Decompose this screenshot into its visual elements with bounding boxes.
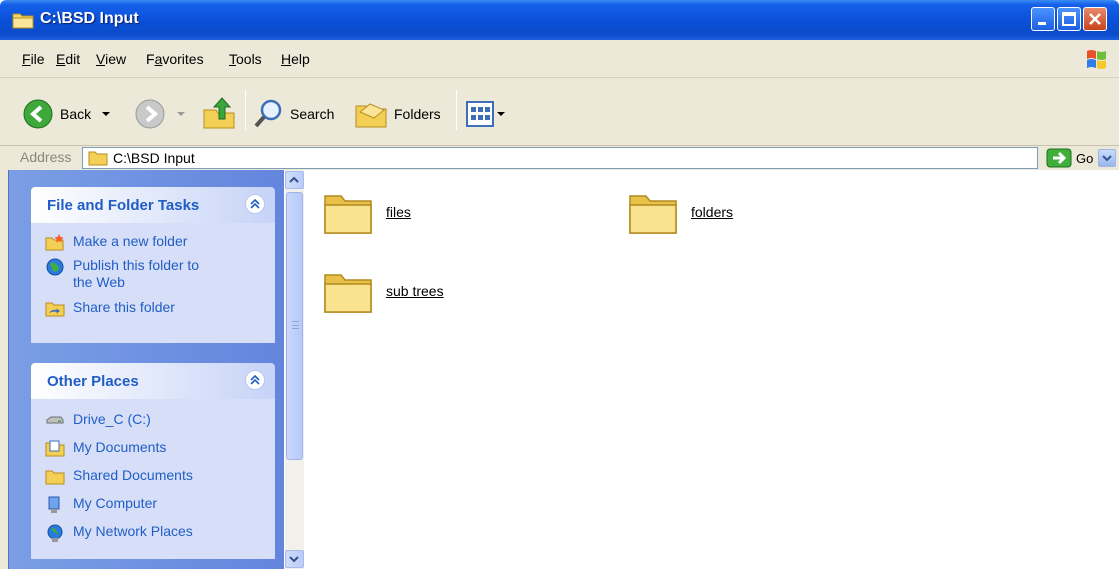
menu-tools[interactable]: Tools (229, 51, 262, 67)
network-places-icon (47, 524, 63, 542)
up-folder-button[interactable] (202, 96, 236, 130)
place-network[interactable]: My Network Places (45, 523, 193, 543)
share-folder-icon (45, 302, 65, 317)
back-button[interactable]: Back (22, 98, 113, 130)
menu-help[interactable]: Help (281, 51, 310, 67)
collapse-button[interactable] (245, 370, 265, 390)
task-pane: File and Folder Tasks Make a new folder … (8, 170, 284, 569)
my-computer-icon (48, 496, 60, 513)
scroll-up-button[interactable] (285, 171, 304, 189)
views-button[interactable] (466, 101, 506, 127)
grip-icon (292, 321, 299, 329)
folders-icon (355, 103, 387, 128)
my-documents-icon (45, 440, 65, 457)
forward-arrow-icon (135, 99, 165, 129)
place-drive-c[interactable]: Drive_C (C:) (45, 411, 151, 429)
publish-web-icon (46, 258, 64, 276)
drive-icon (46, 416, 64, 424)
minimize-icon (1038, 22, 1046, 25)
windows-logo-icon (1084, 46, 1110, 75)
panel-header[interactable]: Other Places (31, 363, 275, 399)
menu-favorites[interactable]: Favorites (146, 51, 204, 67)
window-border (0, 146, 8, 569)
menu-file[interactable]: File (22, 51, 45, 67)
panel-body: Drive_C (C:) My Documents Shared Documen… (31, 399, 275, 559)
up-folder-icon (203, 97, 235, 129)
file-folder-tasks-panel: File and Folder Tasks Make a new folder … (31, 187, 275, 343)
go-button[interactable]: Go (1046, 148, 1093, 168)
search-button[interactable]: Search (252, 98, 334, 130)
address-label: Address (20, 149, 72, 165)
maximize-icon (1062, 12, 1076, 26)
chevron-down-icon (1102, 155, 1112, 162)
address-value: C:\BSD Input (113, 150, 195, 166)
folder-icon (324, 195, 372, 234)
search-icon (254, 99, 282, 128)
folder-icon (12, 11, 34, 32)
task-publish-web[interactable]: Publish this folder to the Web (45, 257, 213, 291)
minimize-button[interactable] (1031, 7, 1055, 31)
title-bar[interactable]: C:\BSD Input (0, 0, 1119, 40)
chevron-down-icon (497, 112, 505, 116)
close-icon (1089, 13, 1101, 25)
maximize-button[interactable] (1057, 7, 1081, 31)
shared-documents-icon (45, 470, 65, 485)
menu-edit[interactable]: Edit (56, 51, 80, 67)
folder-icon (88, 150, 108, 169)
address-dropdown-button[interactable] (1098, 149, 1116, 167)
panel-body: Make a new folder Publish this folder to… (31, 223, 275, 343)
double-chevron-up-icon (250, 374, 260, 385)
menu-bar: File Edit View Favorites Tools Help (0, 40, 1119, 78)
toolbar-separator (456, 90, 457, 130)
folder-item-files[interactable]: files (322, 186, 411, 238)
forward-button[interactable] (134, 98, 188, 130)
views-icon (466, 101, 494, 127)
panel-header[interactable]: File and Folder Tasks (31, 187, 275, 223)
address-bar: Address C:\BSD Input Go (0, 146, 1119, 170)
place-my-computer[interactable]: My Computer (45, 495, 157, 515)
address-input[interactable]: C:\BSD Input (82, 147, 1116, 169)
go-arrow-icon (1046, 148, 1072, 168)
place-shared-documents[interactable]: Shared Documents (45, 467, 193, 485)
back-arrow-icon (23, 99, 53, 129)
task-pane-scrollbar[interactable] (285, 170, 304, 569)
folder-icon (629, 195, 677, 234)
window-title: C:\BSD Input (40, 10, 139, 27)
task-new-folder[interactable]: Make a new folder (45, 233, 187, 251)
folder-item-folders[interactable]: folders (627, 186, 733, 238)
chevron-down-icon (289, 556, 299, 563)
menu-view[interactable]: View (96, 51, 126, 67)
scroll-thumb[interactable] (286, 192, 303, 460)
double-chevron-up-icon (250, 198, 260, 209)
chevron-down-icon (177, 112, 185, 116)
close-button[interactable] (1083, 7, 1107, 31)
task-share-folder[interactable]: Share this folder (45, 299, 175, 317)
new-folder-icon (45, 234, 64, 251)
folder-icon (324, 274, 372, 313)
collapse-button[interactable] (245, 194, 265, 214)
toolbar-separator (245, 90, 246, 130)
place-my-documents[interactable]: My Documents (45, 439, 166, 457)
folder-item-sub-trees[interactable]: sub trees (322, 265, 444, 317)
other-places-panel: Other Places Drive_C (C:) My Documents S… (31, 363, 275, 559)
scroll-down-button[interactable] (285, 550, 304, 568)
chevron-up-icon (289, 176, 299, 183)
chevron-down-icon (102, 112, 111, 116)
folders-button[interactable]: Folders (354, 98, 441, 130)
